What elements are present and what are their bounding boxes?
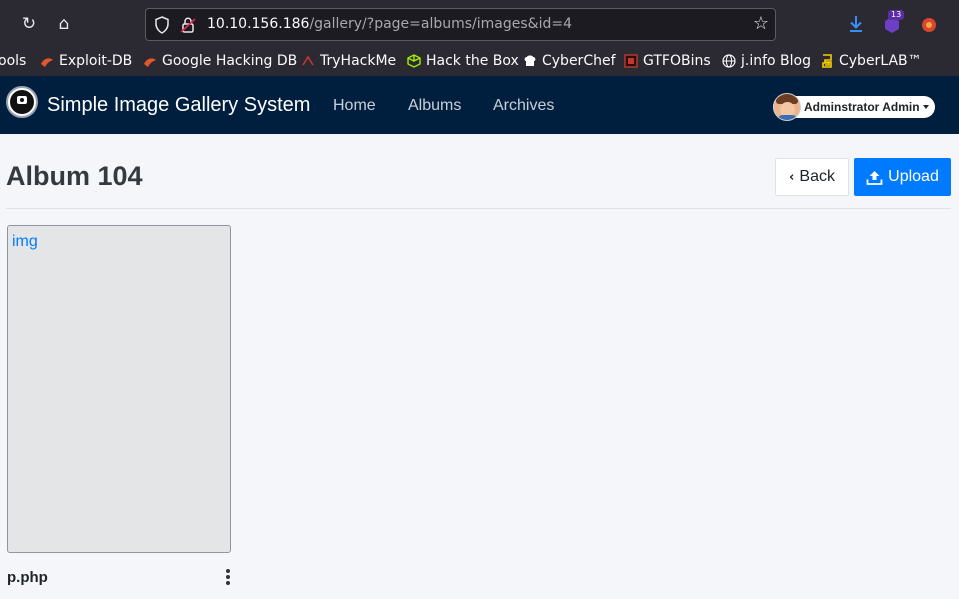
back-button[interactable]: ‹ Back <box>775 158 849 196</box>
url-path: /gallery/?page=albums/images&id=4 <box>309 16 573 32</box>
brand-name[interactable]: Simple Image Gallery System <box>47 93 310 117</box>
home-icon[interactable]: ⌂ <box>53 13 75 35</box>
address-bar[interactable]: 10.10.156.186/gallery/?page=albums/image… <box>145 8 776 41</box>
bookmark-label: TryHackMe <box>320 53 397 69</box>
bookmark-hack-the-box[interactable]: Hack the Box <box>407 52 519 70</box>
back-button-label: Back <box>799 168 835 185</box>
kebab-dot <box>226 569 230 573</box>
kebab-dot <box>226 575 230 579</box>
insecure-lock-icon[interactable] <box>180 16 196 34</box>
exploit-db-icon <box>41 58 53 67</box>
bookmark-exploit-db[interactable]: Exploit-DB <box>40 52 132 70</box>
cyberlab-icon <box>822 54 832 68</box>
image-thumbnail[interactable]: img <box>7 225 231 553</box>
url-host: 10.10.156.186 <box>207 16 310 32</box>
logo-inner <box>10 90 34 114</box>
nav-link-archives[interactable]: Archives <box>493 96 554 116</box>
bookmark-label: CyberChef <box>542 53 616 69</box>
page-title: Album 104 <box>6 161 143 191</box>
kebab-dot <box>226 581 230 585</box>
hackthebox-icon <box>407 54 421 68</box>
bookmark-label: Google Hacking DB <box>162 53 298 69</box>
bookmark-label: ools <box>0 53 27 69</box>
bookmark-jinfo-blog[interactable]: j.info Blog <box>722 52 811 70</box>
bookmark-label: Hack the Box <box>426 53 519 69</box>
image-filename: p.php <box>7 569 48 586</box>
bookmark-cyberlab[interactable]: CyberLAB™ <box>820 52 922 70</box>
broken-image-alt: img <box>12 233 38 250</box>
tryhackme-icon <box>302 55 314 66</box>
app-navbar: Simple Image Gallery System Home Albums … <box>0 76 959 134</box>
bookmark-label: GTFOBins <box>643 53 711 69</box>
upload-button[interactable]: Upload <box>854 158 951 196</box>
shield-icon[interactable] <box>154 16 170 34</box>
bookmark-cyberchef[interactable]: CyberChef <box>523 52 616 70</box>
gtfobins-icon <box>624 54 638 68</box>
bookmark-label: j.info Blog <box>741 53 811 69</box>
extension-icon[interactable]: 13 <box>882 10 905 35</box>
bookmark-tryhackme[interactable]: TryHackMe <box>301 52 396 70</box>
user-menu-dropdown[interactable]: Adminstrator Admin <box>773 93 935 121</box>
bookmark-star-icon[interactable]: ☆ <box>753 14 769 34</box>
bookmark-gtfobins[interactable]: GTFOBins <box>624 52 711 70</box>
upload-icon <box>866 170 883 185</box>
nav-link-albums[interactable]: Albums <box>408 96 461 116</box>
cyberchef-icon <box>524 55 536 66</box>
bookmarks-bar: ools Exploit-DB Google Hacking DB TryHac… <box>0 46 959 76</box>
hackbar-extension-icon[interactable] <box>919 13 939 35</box>
bookmark-label: Exploit-DB <box>59 53 133 69</box>
upload-button-label: Upload <box>888 168 939 185</box>
header-divider <box>6 208 951 209</box>
extension-badge: 13 <box>888 10 905 20</box>
bookmark-label: CyberLAB™ <box>839 53 922 69</box>
url-text[interactable]: 10.10.156.186/gallery/?page=albums/image… <box>207 16 572 32</box>
bookmark-tools[interactable]: ools <box>0 52 26 70</box>
user-name: Adminstrator Admin <box>804 100 920 114</box>
caret-down-icon <box>923 105 929 109</box>
more-options-icon[interactable] <box>221 568 235 586</box>
camera-lens <box>20 98 24 102</box>
reload-icon[interactable]: ↻ <box>18 13 40 35</box>
browser-toolbar: ↻ ⌂ 10.10.156.186/gallery/?page=albums/i… <box>0 0 959 46</box>
gallery-logo-icon[interactable] <box>6 86 38 118</box>
bookmark-google-hacking-db[interactable]: Google Hacking DB <box>143 52 297 70</box>
nav-link-home[interactable]: Home <box>333 96 376 116</box>
ghdb-icon <box>144 58 156 67</box>
downloads-icon[interactable] <box>846 13 866 35</box>
chevron-left-icon: ‹ <box>789 169 795 185</box>
globe-icon <box>722 54 736 68</box>
avatar <box>773 93 801 121</box>
avatar-shirt <box>777 115 798 120</box>
